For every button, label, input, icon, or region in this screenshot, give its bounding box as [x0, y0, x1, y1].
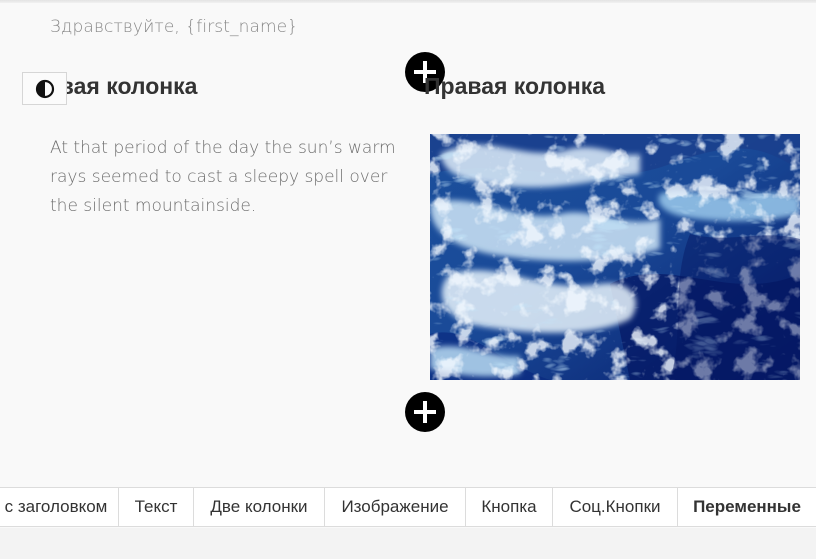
plus-icon [414, 401, 436, 423]
add-block-bottom-button[interactable] [405, 392, 445, 432]
tab-text[interactable]: Текст [119, 488, 194, 526]
tab-two-columns[interactable]: Две колонки [194, 488, 325, 526]
tab-heading-block[interactable]: с заголовком [0, 488, 119, 526]
tab-button[interactable]: Кнопка [466, 488, 553, 526]
left-column-text[interactable]: At that period of the day the sun’s warm… [50, 134, 420, 221]
contrast-toggle-button[interactable] [22, 72, 67, 105]
greeting-text: Здравствуйте, {first_name} [50, 17, 299, 37]
left-column-title[interactable]: евая колонка [47, 73, 197, 100]
contrast-icon [35, 79, 54, 98]
tab-image[interactable]: Изображение [325, 488, 466, 526]
bottom-panel [0, 528, 816, 559]
block-type-tabbar: с заголовком Текст Две колонки Изображен… [0, 487, 816, 527]
tab-variables[interactable]: Переменные [678, 488, 816, 526]
ocean-waves-image[interactable] [430, 134, 800, 380]
ocean-waves-picture [430, 134, 800, 380]
tab-social-buttons[interactable]: Соц.Кнопки [553, 488, 678, 526]
right-column-title[interactable]: Правая колонка [424, 73, 605, 100]
top-border [0, 0, 816, 3]
